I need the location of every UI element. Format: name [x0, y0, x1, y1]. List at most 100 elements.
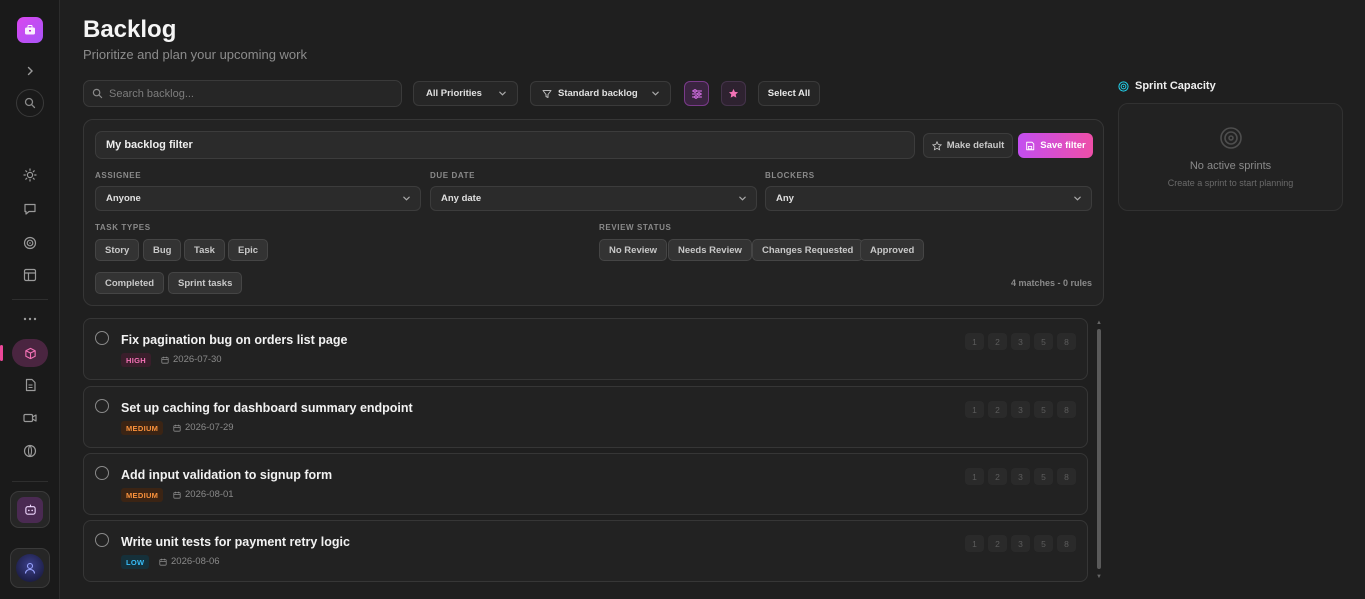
- chip-completed[interactable]: Completed: [95, 272, 165, 294]
- select-all-button[interactable]: Select All: [758, 81, 820, 106]
- points-1[interactable]: 1: [965, 468, 984, 485]
- more-icon[interactable]: [18, 307, 42, 331]
- task-card[interactable]: Add input validation to signup form MEDI…: [83, 453, 1088, 515]
- globe-icon[interactable]: [18, 439, 42, 463]
- points-2[interactable]: 2: [988, 333, 1007, 350]
- calendar-icon: [173, 491, 181, 499]
- task-card[interactable]: Write unit tests for payment retry logic…: [83, 520, 1088, 582]
- user-avatar-button[interactable]: [10, 548, 50, 588]
- task-title[interactable]: Write unit tests for payment retry logic: [121, 535, 350, 549]
- favorite-filter-button[interactable]: [721, 81, 746, 106]
- task-due-date: 2026-07-30: [161, 354, 222, 365]
- task-checkbox[interactable]: [95, 399, 109, 413]
- blockers-select[interactable]: Any: [765, 186, 1092, 211]
- chip-epic[interactable]: Epic: [228, 239, 269, 261]
- due-date-select[interactable]: Any date: [430, 186, 757, 211]
- points-8[interactable]: 8: [1057, 468, 1076, 485]
- assignee-label: ASSIGNEE: [95, 171, 142, 180]
- briefcase-icon: [25, 25, 35, 35]
- target-icon[interactable]: [18, 231, 42, 255]
- search-icon: [92, 88, 103, 99]
- task-card[interactable]: Set up caching for dashboard summary end…: [83, 386, 1088, 448]
- layout-icon[interactable]: [18, 263, 42, 287]
- points-2[interactable]: 2: [988, 468, 1007, 485]
- task-title[interactable]: Set up caching for dashboard summary end…: [121, 401, 413, 415]
- task-checkbox[interactable]: [95, 331, 109, 345]
- save-filter-button[interactable]: Save filter: [1018, 133, 1093, 158]
- task-card[interactable]: Fix pagination bug on orders list page H…: [83, 318, 1088, 380]
- star-icon: [728, 88, 739, 98]
- points-5[interactable]: 5: [1034, 468, 1053, 485]
- points-3[interactable]: 3: [1011, 333, 1030, 350]
- make-default-label: Make default: [946, 140, 1005, 151]
- chip-changes-requested[interactable]: Changes Requested: [752, 239, 864, 261]
- chip-no-review[interactable]: No Review: [599, 239, 668, 261]
- points-1[interactable]: 1: [965, 535, 984, 552]
- make-default-button[interactable]: Make default: [923, 133, 1013, 158]
- search-input[interactable]: [109, 87, 389, 100]
- scrollbar-thumb[interactable]: [1097, 329, 1101, 569]
- chevron-down-icon: [652, 91, 659, 96]
- points-3[interactable]: 3: [1011, 468, 1030, 485]
- points-1[interactable]: 1: [965, 401, 984, 418]
- sidebar-search-button[interactable]: [16, 89, 44, 117]
- due-date-value: Any date: [441, 193, 482, 204]
- page-title: Backlog: [83, 16, 177, 43]
- sprint-capacity-title: Sprint Capacity: [1135, 80, 1216, 92]
- points-5[interactable]: 5: [1034, 401, 1053, 418]
- task-checkbox[interactable]: [95, 533, 109, 547]
- document-icon[interactable]: [18, 373, 42, 397]
- task-types-label: TASK TYPES: [95, 223, 151, 232]
- task-title[interactable]: Fix pagination bug on orders list page: [121, 333, 347, 347]
- points-1[interactable]: 1: [965, 333, 984, 350]
- chip-needs-review[interactable]: Needs Review: [668, 239, 752, 261]
- sidebar-divider: [12, 299, 48, 300]
- points-8[interactable]: 8: [1057, 333, 1076, 350]
- chip-task[interactable]: Task: [184, 239, 225, 261]
- priority-dropdown[interactable]: All Priorities: [413, 81, 518, 106]
- priority-badge: HIGH: [121, 353, 151, 367]
- assignee-value: Anyone: [106, 193, 141, 204]
- ai-assistant-button[interactable]: [10, 491, 50, 528]
- points-5[interactable]: 5: [1034, 333, 1053, 350]
- points-2[interactable]: 2: [988, 401, 1007, 418]
- scroll-down-arrow[interactable]: ▼: [1096, 574, 1102, 580]
- due-date-label: DUE DATE: [430, 171, 476, 180]
- sprint-capacity-panel: No active sprints Create a sprint to sta…: [1118, 103, 1343, 211]
- avatar: [16, 554, 44, 582]
- points-8[interactable]: 8: [1057, 535, 1076, 552]
- points-8[interactable]: 8: [1057, 401, 1076, 418]
- chip-approved[interactable]: Approved: [860, 239, 925, 261]
- sun-icon[interactable]: [18, 163, 42, 187]
- due-date-text: 2026-07-29: [185, 422, 234, 433]
- sidebar-item-backlog[interactable]: [0, 339, 48, 367]
- due-date-text: 2026-07-30: [173, 354, 222, 365]
- chip-story[interactable]: Story: [95, 239, 140, 261]
- chip-bug[interactable]: Bug: [143, 239, 182, 261]
- chat-icon[interactable]: [18, 197, 42, 221]
- story-points: 1 2 3 5 8: [965, 468, 1076, 485]
- app-logo[interactable]: [17, 17, 43, 43]
- view-dropdown[interactable]: Standard backlog: [530, 81, 671, 106]
- points-3[interactable]: 3: [1011, 401, 1030, 418]
- no-active-sprints-text: No active sprints: [1189, 160, 1272, 172]
- target-icon: [1118, 80, 1129, 92]
- scroll-up-arrow[interactable]: ▲: [1096, 320, 1102, 326]
- points-5[interactable]: 5: [1034, 535, 1053, 552]
- filter-settings-button[interactable]: [684, 81, 709, 106]
- save-icon: [1026, 141, 1035, 150]
- view-dropdown-content: Standard backlog: [542, 88, 638, 99]
- points-3[interactable]: 3: [1011, 535, 1030, 552]
- task-checkbox[interactable]: [95, 466, 109, 480]
- story-points: 1 2 3 5 8: [965, 333, 1076, 350]
- points-2[interactable]: 2: [988, 535, 1007, 552]
- task-title[interactable]: Add input validation to signup form: [121, 468, 332, 482]
- chip-sprint-tasks[interactable]: Sprint tasks: [168, 272, 243, 294]
- chevron-down-icon: [403, 196, 410, 201]
- video-icon[interactable]: [18, 406, 42, 430]
- sidebar-divider: [12, 481, 48, 482]
- chevron-right-icon[interactable]: [18, 59, 42, 83]
- filter-name-input[interactable]: My backlog filter: [95, 131, 915, 159]
- assignee-select[interactable]: Anyone: [95, 186, 421, 211]
- star-outline-icon: [931, 140, 942, 151]
